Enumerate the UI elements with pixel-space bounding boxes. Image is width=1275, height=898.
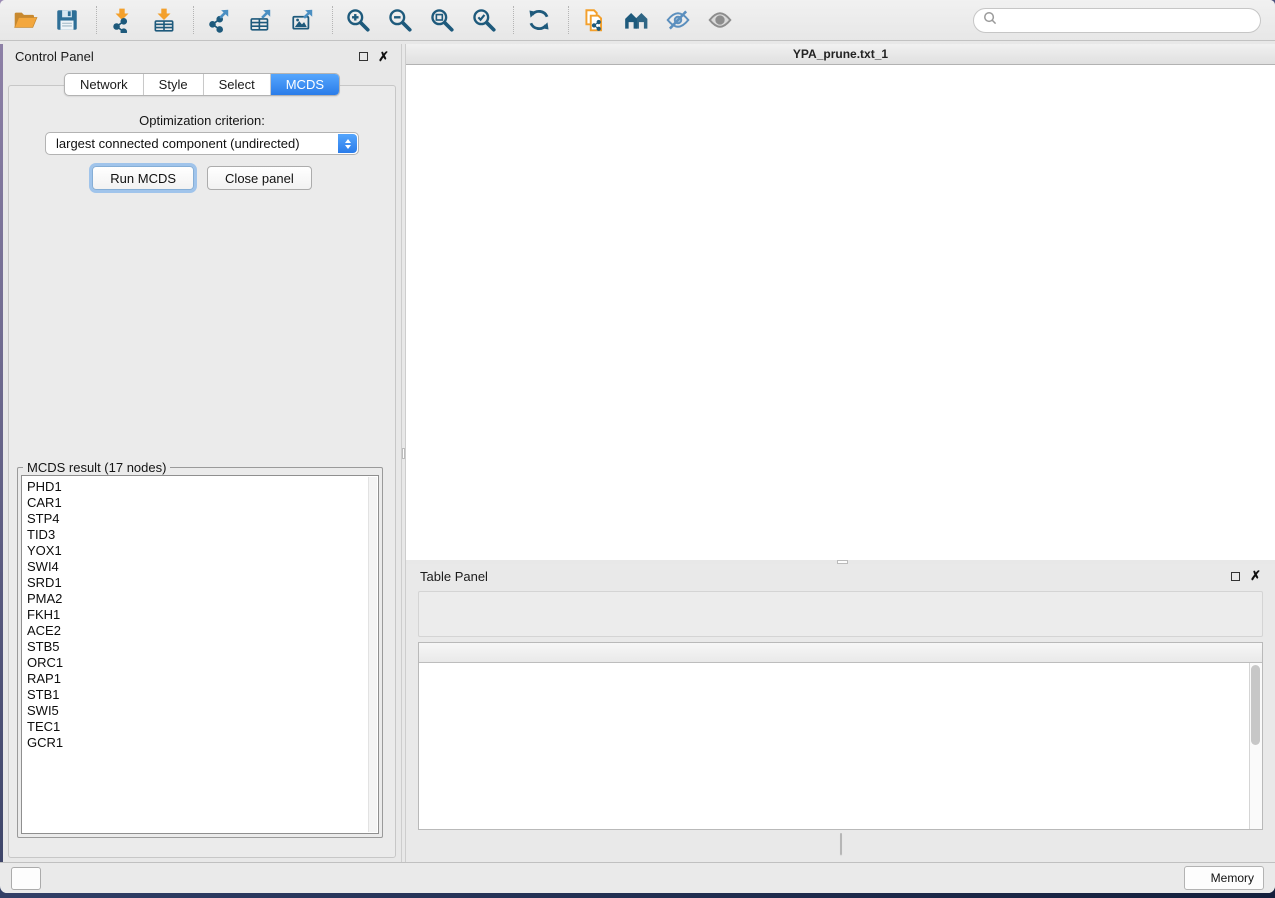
horizontal-splitter-grip[interactable] [837, 560, 848, 564]
clone-network-button[interactable] [579, 5, 609, 35]
network-window-title: YPA_prune.txt_1 [406, 47, 1275, 61]
save-session-button[interactable] [52, 5, 82, 35]
table-tabs [840, 833, 842, 855]
fit-content-button[interactable] [427, 5, 457, 35]
mcds-result-item[interactable]: ACE2 [22, 623, 378, 639]
tab-select[interactable]: Select [203, 74, 270, 95]
tab-network[interactable]: Network [65, 74, 143, 95]
main-toolbar [0, 0, 1275, 41]
application-window: Control Panel ✗ Optimization criterion: … [0, 0, 1275, 893]
mcds-result-list[interactable]: PHD1CAR1STP4TID3YOX1SWI4SRD1PMA2FKH1ACE2… [21, 475, 379, 834]
table-panel-title: Table Panel [420, 569, 488, 584]
status-bar: Memory [0, 862, 1275, 893]
zoom-selected-button[interactable] [469, 5, 499, 35]
horizontal-splitter[interactable] [406, 560, 1275, 564]
close-table-panel-icon[interactable]: ✗ [1250, 571, 1261, 581]
mcds-tab-content: Optimization criterion: largest connecte… [8, 85, 396, 858]
zoom-out-button[interactable] [385, 5, 415, 35]
network-canvas[interactable] [406, 66, 1275, 560]
table-toolbar [418, 591, 1263, 637]
zoom-in-button[interactable] [343, 5, 373, 35]
toolbar-separator [332, 6, 333, 34]
control-panel-title: Control Panel [15, 49, 94, 64]
show-all-button[interactable] [705, 5, 735, 35]
mcds-result-item[interactable]: ORC1 [22, 655, 378, 671]
list-scrollbar[interactable] [368, 477, 377, 832]
search-field[interactable] [973, 8, 1261, 33]
dropdown-stepper-icon [338, 134, 357, 153]
search-icon [983, 11, 997, 30]
toolbar-separator [513, 6, 514, 34]
mcds-result-item[interactable]: TEC1 [22, 719, 378, 735]
mcds-result-item[interactable]: SRD1 [22, 575, 378, 591]
memory-button[interactable]: Memory [1184, 866, 1264, 890]
import-table-button[interactable] [149, 5, 179, 35]
vertical-splitter-grip[interactable] [402, 448, 405, 459]
hide-selected-button[interactable] [663, 5, 693, 35]
close-panel-button[interactable]: Close panel [207, 166, 312, 190]
mcds-result-item[interactable]: RAP1 [22, 671, 378, 687]
tab-style[interactable]: Style [143, 74, 203, 95]
mcds-result-item[interactable]: PMA2 [22, 591, 378, 607]
tab-mcds[interactable]: MCDS [270, 74, 339, 95]
table-scrollbar[interactable] [1249, 663, 1262, 829]
network-view-frame: YPA_prune.txt_1 [406, 44, 1275, 560]
first-neighbors-button[interactable] [621, 5, 651, 35]
mcds-result-item[interactable]: GCR1 [22, 735, 378, 751]
vertical-splitter[interactable] [401, 44, 406, 862]
table-header-row [419, 643, 1262, 663]
open-file-button[interactable] [10, 5, 40, 35]
mcds-result-item[interactable]: PHD1 [22, 479, 378, 495]
mcds-result-groupbox: MCDS result (17 nodes) PHD1CAR1STP4TID3Y… [17, 467, 383, 838]
toolbar-separator [96, 6, 97, 34]
mcds-result-item[interactable]: TID3 [22, 527, 378, 543]
refresh-view-button[interactable] [524, 5, 554, 35]
table-panel: Table Panel ✗ [406, 564, 1275, 862]
mcds-result-item[interactable]: SWI4 [22, 559, 378, 575]
task-history-button[interactable] [11, 867, 41, 890]
mcds-result-title: MCDS result (17 nodes) [23, 460, 170, 475]
criterion-dropdown-value: largest connected component (undirected) [56, 136, 300, 151]
mcds-result-item[interactable]: FKH1 [22, 607, 378, 623]
float-panel-icon[interactable] [359, 52, 368, 61]
network-graph[interactable] [406, 66, 1275, 560]
control-panel-tabs: NetworkStyleSelectMCDS [64, 73, 340, 96]
search-input[interactable] [997, 14, 1260, 28]
criterion-dropdown[interactable]: largest connected component (undirected) [45, 132, 359, 155]
mcds-result-item[interactable]: CAR1 [22, 495, 378, 511]
memory-label: Memory [1211, 871, 1254, 885]
table-scrollbar-thumb[interactable] [1251, 665, 1260, 745]
mcds-result-item[interactable]: STP4 [22, 511, 378, 527]
toolbar-separator [568, 6, 569, 34]
import-network-button[interactable] [107, 5, 137, 35]
toolbar-separator [193, 6, 194, 34]
mcds-result-item[interactable]: YOX1 [22, 543, 378, 559]
control-panel: Control Panel ✗ Optimization criterion: … [3, 44, 401, 862]
mcds-result-item[interactable]: STB5 [22, 639, 378, 655]
table-body [419, 663, 1249, 829]
export-image-button[interactable] [288, 5, 318, 35]
memory-status-icon [1194, 873, 1205, 884]
mcds-result-item[interactable]: STB1 [22, 687, 378, 703]
node-table [418, 642, 1263, 830]
close-panel-icon[interactable]: ✗ [378, 52, 389, 62]
network-window-titlebar[interactable]: YPA_prune.txt_1 [406, 44, 1275, 65]
export-table-button[interactable] [246, 5, 276, 35]
float-table-panel-icon[interactable] [1231, 572, 1240, 581]
mcds-result-item[interactable]: SWI5 [22, 703, 378, 719]
run-mcds-button[interactable]: Run MCDS [92, 166, 194, 190]
desktop-edge [0, 44, 3, 893]
export-network-button[interactable] [204, 5, 234, 35]
optimization-criterion-label: Optimization criterion: [9, 113, 395, 128]
